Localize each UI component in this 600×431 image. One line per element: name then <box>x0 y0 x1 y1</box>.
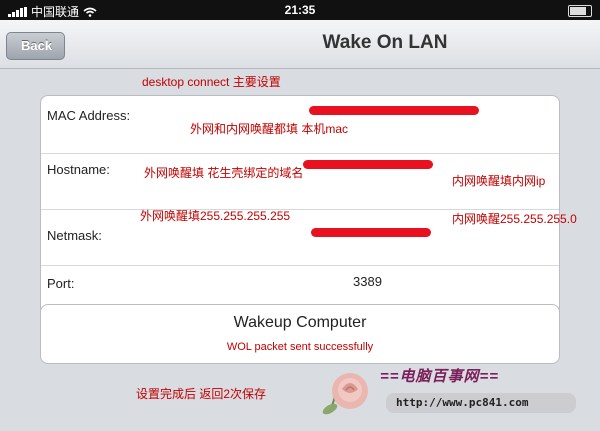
annotation-header: desktop connect 主要设置 <box>142 75 281 89</box>
settings-content: desktop connect 主要设置 MAC Address: Hostna… <box>0 69 600 431</box>
watermark-url: http://www.pc841.com <box>386 393 576 413</box>
redaction-mark <box>303 160 433 169</box>
watermark-title: ==电脑百事网== <box>380 368 500 385</box>
annotation-footer: 设置完成后 返回2次保存 <box>136 387 267 401</box>
navigation-bar: Back Wake On LAN <box>0 20 600 69</box>
annotation-mac: 外网和内网唤醒都填 本机mac <box>190 122 349 136</box>
annotation-netmask-lan: 内网唤醒255.255.255.0 <box>452 212 577 226</box>
mac-address-label: MAC Address: <box>47 108 131 123</box>
rose-icon <box>322 373 368 415</box>
wakeup-button-label: Wakeup Computer <box>233 314 367 331</box>
hostname-label: Hostname: <box>47 162 110 177</box>
wol-status-message: WOL packet sent successfully <box>226 341 374 353</box>
netmask-label: Netmask: <box>47 228 102 243</box>
port-label: Port: <box>47 276 75 291</box>
annotation-netmask-wan: 外网唤醒填255.255.255.255 <box>140 209 291 223</box>
page-title: Wake On LAN <box>322 32 448 53</box>
wakeup-computer-button[interactable]: Wakeup Computer WOL packet sent successf… <box>40 304 560 364</box>
redaction-mark <box>309 106 479 115</box>
annotation-hostname-lan: 内网唤醒填内网ip <box>452 174 546 188</box>
redaction-mark <box>311 228 431 237</box>
annotation-hostname-wan: 外网唤醒填 花生壳绑定的域名 <box>144 166 304 180</box>
battery-icon <box>568 5 592 17</box>
port-field[interactable]: 3389 <box>353 274 382 289</box>
status-time: 21:35 <box>284 3 316 17</box>
site-watermark: ==电脑百事网== http://www.pc841.com <box>316 359 600 431</box>
status-bar: 中国联通 21:35 <box>0 0 600 20</box>
